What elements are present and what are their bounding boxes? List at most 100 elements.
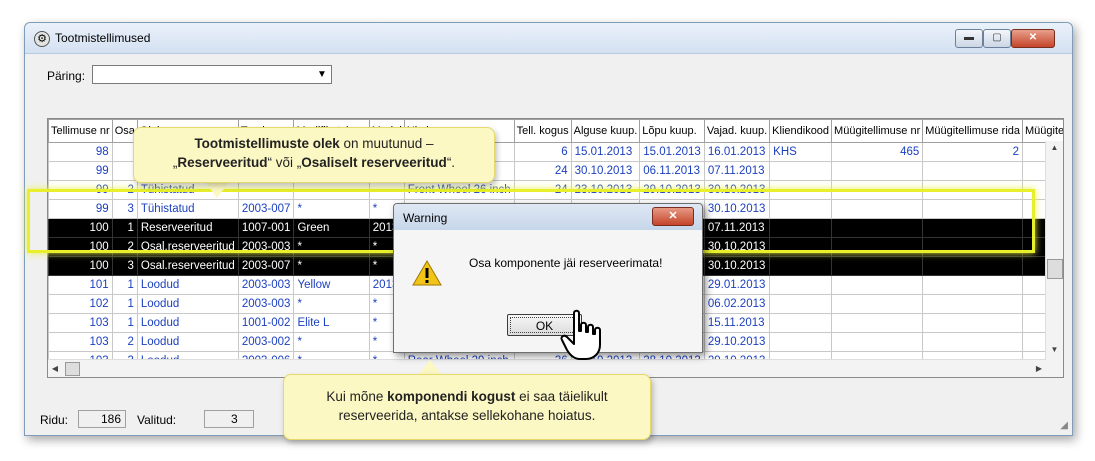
column-header[interactable]: Müügitellimuse nr	[831, 119, 924, 143]
table-cell: 2003-003	[237, 294, 295, 314]
table-cell: 2003-003	[237, 237, 295, 257]
table-cell: 2003-007	[237, 199, 295, 219]
table-cell: Osal.reserveeritud	[136, 237, 239, 257]
table-cell	[922, 313, 1024, 333]
table-cell	[922, 294, 1024, 314]
table-cell: 1	[111, 275, 138, 295]
status-change-callout: Tootmistellimuste olek on muutunud – „Re…	[133, 127, 495, 183]
table-cell: *	[293, 332, 370, 352]
table-cell	[831, 218, 924, 238]
column-header[interactable]: Tellimuse nr	[48, 119, 113, 143]
table-cell	[922, 218, 1024, 238]
minimize-button[interactable]: ▬	[955, 29, 983, 48]
selected-count: 3	[204, 410, 254, 428]
scroll-down-icon[interactable]: ▼	[1046, 343, 1063, 357]
table-cell	[922, 180, 1024, 200]
table-cell: Reserveeritud	[136, 218, 239, 238]
scroll-up-icon[interactable]: ▲	[1046, 141, 1063, 155]
table-cell: 30.10.2013	[703, 237, 771, 257]
table-cell: Tühistatud	[136, 199, 239, 219]
table-cell: 15.01.2013	[639, 142, 705, 162]
h-scroll-thumb[interactable]	[65, 362, 80, 376]
table-cell	[922, 237, 1024, 257]
table-cell	[922, 332, 1024, 352]
table-cell: *	[293, 294, 370, 314]
table-cell: 15.11.2013	[703, 313, 771, 333]
column-header[interactable]: Alguse kuup.	[570, 119, 641, 143]
rows-label: Ridu:	[40, 413, 69, 427]
table-cell: Loodud	[136, 294, 239, 314]
maximize-button[interactable]: ▢	[983, 29, 1011, 48]
table-cell: 3	[111, 199, 138, 219]
table-cell: 29.10.2013	[639, 180, 705, 200]
selected-label: Valitud:	[137, 413, 177, 427]
table-row[interactable]: 99 2 Tühistatud Front Wheel 26 inch 24 23.10.…	[48, 180, 1063, 200]
close-button[interactable]: ✕	[1011, 29, 1055, 48]
column-header[interactable]: Kliendikood	[769, 119, 833, 143]
table-cell: 2	[111, 180, 138, 200]
table-cell	[831, 256, 924, 276]
table-cell: 2003-002	[237, 332, 295, 352]
column-header[interactable]: Müügitellimus	[1022, 119, 1063, 143]
dialog-title-bar[interactable]: Warning ✕	[394, 204, 702, 230]
table-cell: 29.10.2013	[703, 332, 771, 352]
callout1-line1: Tootmistellimuste olek on muutunud –	[194, 136, 434, 151]
query-select[interactable]: ▼	[92, 65, 332, 84]
column-header[interactable]: Lõpu kuup.	[639, 119, 705, 143]
table-cell: 06.02.2013	[703, 294, 771, 314]
table-cell	[769, 161, 833, 181]
table-cell: 24	[513, 180, 572, 200]
dialog-close-button[interactable]: ✕	[652, 207, 694, 226]
table-cell: 1	[111, 313, 138, 333]
table-cell	[831, 294, 924, 314]
warning-callout: Kui mõne komponendi kogust ei saa täieli…	[283, 374, 651, 440]
table-cell	[293, 180, 370, 200]
table-cell: 16.01.2013	[703, 142, 771, 162]
table-cell: Loodud	[136, 313, 239, 333]
column-header[interactable]: Müügitellimuse rida	[922, 119, 1024, 143]
table-cell: 06.11.2013	[639, 161, 705, 181]
scroll-thumb[interactable]	[1047, 259, 1063, 279]
chevron-down-icon[interactable]: ▼	[314, 67, 330, 82]
hand-cursor-icon	[560, 309, 601, 360]
table-cell: Loodud	[136, 332, 239, 352]
vertical-scrollbar[interactable]: ▲ ▼	[1045, 141, 1063, 377]
dialog-body: Osa komponente jäi reserveerimata! OK	[394, 230, 702, 352]
table-cell: 30.10.2013	[703, 256, 771, 276]
scroll-left-icon[interactable]: ◀	[48, 360, 62, 377]
table-cell: 30.10.2013	[570, 161, 641, 181]
table-cell: Green	[293, 218, 370, 238]
table-cell: 101	[48, 275, 113, 295]
table-cell: 1	[111, 294, 138, 314]
table-cell	[769, 180, 833, 200]
table-cell: 30.10.2013	[703, 180, 771, 200]
column-header[interactable]: Tell. kogus	[513, 119, 572, 143]
table-cell: 2	[922, 142, 1024, 162]
table-cell: Front Wheel 26 inch	[403, 180, 515, 200]
table-cell: 07.11.2013	[703, 218, 771, 238]
table-cell	[922, 161, 1024, 181]
table-cell	[831, 161, 924, 181]
table-cell	[769, 294, 833, 314]
callout1-line2: „Reserveeritud“ või „Osaliselt reserveer…	[172, 155, 456, 170]
callout-tail	[418, 360, 442, 375]
table-cell: Osal.reserveeritud	[136, 256, 239, 276]
table-cell	[769, 256, 833, 276]
resize-grip-icon[interactable]: ◢	[1060, 420, 1068, 431]
table-cell	[769, 218, 833, 238]
table-cell: 102	[48, 294, 113, 314]
column-header[interactable]: Vajad. kuup.	[703, 119, 771, 143]
table-cell	[237, 180, 295, 200]
table-cell: 99	[48, 199, 113, 219]
table-cell: 99	[48, 180, 113, 200]
dialog-title: Warning	[403, 211, 448, 225]
table-cell	[769, 313, 833, 333]
title-bar[interactable]: ⚙ Tootmistellimused ▬ ▢ ✕	[25, 23, 1072, 54]
table-cell: Yellow	[293, 275, 370, 295]
scroll-right-icon[interactable]: ▶	[1032, 360, 1046, 377]
table-cell: 99	[48, 161, 113, 181]
table-cell	[769, 199, 833, 219]
rows-count: 186	[78, 410, 126, 428]
table-cell	[831, 180, 924, 200]
table-cell: 24	[513, 161, 572, 181]
